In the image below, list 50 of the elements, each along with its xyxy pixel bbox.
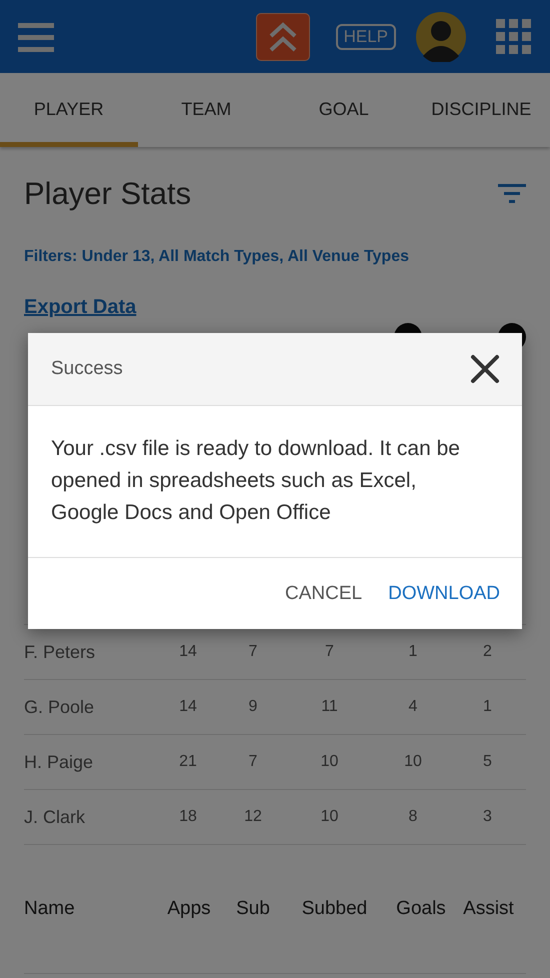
table-cell-text: H. Paige bbox=[24, 752, 94, 772]
column-header: Sub bbox=[235, 898, 271, 920]
column-header: Goals bbox=[395, 898, 447, 920]
tab[interactable]: TEAM bbox=[138, 73, 275, 147]
table-cell-text: 2 bbox=[482, 643, 493, 661]
table-cell-text: 10 bbox=[320, 753, 340, 771]
table-cell-text: 11 bbox=[320, 698, 339, 716]
dialog-title: Success bbox=[51, 358, 123, 380]
table-cell-text: 7 bbox=[324, 643, 335, 661]
column-header: Name bbox=[24, 898, 76, 920]
table-cell-text: F. Peters bbox=[24, 642, 96, 662]
table-cell-text: 9 bbox=[248, 698, 258, 716]
avatar-icon[interactable] bbox=[416, 12, 466, 62]
table-cell-text: 4 bbox=[408, 698, 418, 716]
close-icon bbox=[470, 354, 500, 384]
table-cell-text: J. Clark bbox=[24, 806, 86, 828]
close-button[interactable] bbox=[470, 354, 500, 384]
table-cell-text: G. Poole bbox=[24, 696, 96, 718]
column-header: Apps bbox=[166, 898, 212, 920]
filters-text: Filters: Under 13, All Match Types, All Venue Types bbox=[24, 248, 410, 266]
table-cell-text: 12 bbox=[243, 808, 263, 826]
download-button[interactable]: DOWNLOAD bbox=[388, 576, 500, 610]
table-cell-text: 18 bbox=[178, 808, 198, 826]
apps-grid-icon[interactable] bbox=[496, 18, 532, 54]
table-cell-text: 1 bbox=[482, 698, 493, 716]
table-cell-text: 3 bbox=[482, 808, 493, 826]
dialog-message: Your .csv file is ready to download. It can be opened in spreadsheets such as Excel, Google Docs and Open Office bbox=[28, 406, 522, 558]
cancel-button[interactable]: CANCEL bbox=[285, 576, 362, 610]
tab[interactable]: DISCIPLINE bbox=[412, 73, 550, 147]
table-cell-text: 10 bbox=[403, 753, 423, 771]
table-cell-text: 21 bbox=[178, 753, 198, 771]
table-cell-text: 14 bbox=[178, 698, 198, 716]
table-cell-text: 7 bbox=[248, 753, 258, 771]
table-cell-text: 8 bbox=[408, 808, 418, 826]
double-chevron-icon bbox=[268, 20, 298, 52]
table-cell-text: 14 bbox=[178, 643, 198, 661]
table-cell-text: 7 bbox=[248, 643, 258, 661]
table-cell-text: 1 bbox=[408, 643, 418, 661]
page-title: Player Stats bbox=[24, 176, 192, 212]
tab[interactable]: PLAYER bbox=[0, 73, 138, 147]
column-header: Assist bbox=[462, 898, 515, 920]
column-header: Subbed bbox=[300, 898, 368, 920]
filter-icon[interactable] bbox=[498, 184, 526, 204]
help-button[interactable]: HELP bbox=[336, 24, 396, 50]
export-data-link[interactable]: Export Data bbox=[24, 296, 136, 319]
table-cell-text: 5 bbox=[482, 753, 493, 771]
tab[interactable]: GOAL bbox=[275, 73, 412, 147]
menu-icon[interactable] bbox=[18, 20, 54, 52]
table-cell-text: 10 bbox=[320, 808, 340, 826]
chevrons-up-button[interactable] bbox=[256, 12, 310, 60]
